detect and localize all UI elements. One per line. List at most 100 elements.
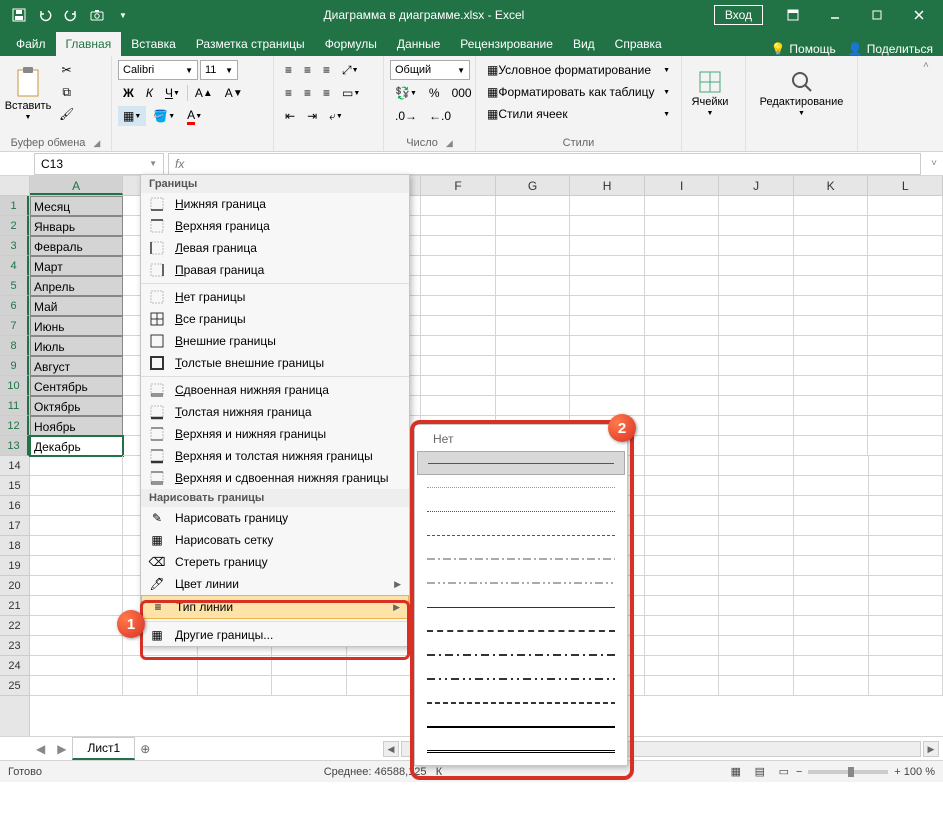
cell[interactable]	[123, 676, 198, 696]
cell[interactable]	[719, 316, 794, 336]
cell[interactable]	[794, 636, 869, 656]
tab-data[interactable]: Данные	[387, 32, 450, 56]
cell[interactable]	[570, 196, 645, 216]
cell[interactable]	[645, 256, 720, 276]
line-style-dash-dot-dot[interactable]	[417, 571, 625, 595]
cell[interactable]	[719, 296, 794, 316]
cell[interactable]	[719, 396, 794, 416]
cell[interactable]	[868, 316, 943, 336]
row-header[interactable]: 3	[0, 236, 29, 256]
decrease-indent-icon[interactable]: ⇤	[280, 106, 300, 126]
border-preset-item[interactable]: Левая граница	[141, 237, 409, 259]
cell[interactable]	[421, 376, 496, 396]
cell[interactable]	[868, 296, 943, 316]
row-header[interactable]: 24	[0, 656, 29, 676]
border-preset-item[interactable]: Толстая нижняя граница	[141, 401, 409, 423]
cell[interactable]: Ноябрь	[30, 416, 123, 436]
border-preset-item[interactable]: Правая граница	[141, 259, 409, 281]
column-header[interactable]: H	[570, 176, 645, 195]
cell[interactable]	[421, 276, 496, 296]
cell[interactable]: Апрель	[30, 276, 123, 296]
add-sheet-icon[interactable]: ⊕	[135, 742, 155, 756]
tab-file[interactable]: Файл	[6, 32, 56, 56]
tellme[interactable]: 💡Помощь	[770, 42, 835, 56]
cell[interactable]	[719, 596, 794, 616]
cell[interactable]	[794, 416, 869, 436]
cell[interactable]: Сентябрь	[30, 376, 123, 396]
border-preset-item[interactable]: Верхняя и толстая нижняя границы	[141, 445, 409, 467]
row-header[interactable]: 15	[0, 476, 29, 496]
expand-formula-bar-icon[interactable]: ˅	[925, 158, 943, 169]
row-header[interactable]: 4	[0, 256, 29, 276]
border-preset-item[interactable]: Толстые внешние границы	[141, 352, 409, 374]
cell[interactable]	[794, 276, 869, 296]
cell[interactable]	[868, 416, 943, 436]
cell[interactable]	[868, 356, 943, 376]
cell[interactable]	[347, 656, 422, 676]
cell[interactable]	[794, 516, 869, 536]
cell[interactable]	[719, 636, 794, 656]
cell[interactable]	[645, 396, 720, 416]
cell[interactable]	[869, 676, 943, 696]
cell[interactable]	[868, 256, 943, 276]
bold-button[interactable]: Ж	[118, 83, 139, 103]
tab-insert[interactable]: Вставка	[121, 32, 186, 56]
line-style-medium-solid[interactable]	[417, 595, 625, 619]
ribbon-options-icon[interactable]	[773, 0, 813, 30]
column-header[interactable]: F	[421, 176, 496, 195]
dialog-launcher-icon[interactable]: ◢	[93, 138, 100, 149]
cell[interactable]	[869, 476, 943, 496]
merge-icon[interactable]: ▭▼	[337, 83, 365, 103]
cell[interactable]	[645, 376, 720, 396]
cell[interactable]	[645, 236, 720, 256]
column-header[interactable]: I	[645, 176, 720, 195]
cell[interactable]	[645, 296, 720, 316]
cell[interactable]	[645, 676, 720, 696]
cell[interactable]	[868, 336, 943, 356]
cell[interactable]: Декабрь	[30, 436, 123, 456]
row-header[interactable]: 18	[0, 536, 29, 556]
cell[interactable]	[570, 396, 645, 416]
line-style-dash-short[interactable]	[417, 523, 625, 547]
cell[interactable]	[645, 496, 720, 516]
format-painter-icon[interactable]: 🖌	[54, 104, 79, 124]
line-style-dots-fine[interactable]	[417, 475, 625, 499]
camera-icon[interactable]	[86, 4, 108, 26]
cell[interactable]	[421, 396, 496, 416]
cell[interactable]	[496, 236, 571, 256]
cell[interactable]	[719, 416, 794, 436]
cell[interactable]	[421, 336, 496, 356]
font-color-button[interactable]: A▼	[182, 106, 207, 126]
cell[interactable]	[272, 656, 347, 676]
row-header[interactable]: 14	[0, 456, 29, 476]
tab-formulas[interactable]: Формулы	[315, 32, 387, 56]
erase-border-item[interactable]: ⌫Стереть границу	[141, 551, 409, 573]
font-size-combo[interactable]: 11▼	[200, 60, 238, 80]
cell[interactable]	[719, 516, 794, 536]
align-right-icon[interactable]: ≡	[318, 83, 335, 103]
cell[interactable]	[794, 336, 869, 356]
cell[interactable]	[570, 356, 645, 376]
decrease-font-icon[interactable]: A▼	[220, 83, 248, 103]
cell[interactable]	[496, 396, 571, 416]
cell[interactable]	[719, 376, 794, 396]
cell[interactable]	[869, 596, 943, 616]
cell[interactable]	[719, 276, 794, 296]
cell[interactable]	[868, 396, 943, 416]
column-header[interactable]: J	[719, 176, 794, 195]
cell[interactable]	[794, 396, 869, 416]
percent-icon[interactable]: %	[424, 83, 445, 103]
cell[interactable]	[869, 536, 943, 556]
line-style-dash-dot[interactable]	[417, 547, 625, 571]
cell[interactable]	[794, 496, 869, 516]
page-layout-view-icon[interactable]: ▤	[749, 763, 771, 781]
cell[interactable]	[30, 536, 123, 556]
align-center-icon[interactable]: ≡	[299, 83, 316, 103]
cell[interactable]	[570, 256, 645, 276]
fill-color-button[interactable]: 🪣▼	[148, 106, 180, 126]
cell[interactable]	[496, 296, 571, 316]
cell[interactable]	[645, 596, 720, 616]
cell[interactable]	[30, 516, 123, 536]
cell[interactable]	[794, 376, 869, 396]
cell[interactable]	[645, 576, 720, 596]
